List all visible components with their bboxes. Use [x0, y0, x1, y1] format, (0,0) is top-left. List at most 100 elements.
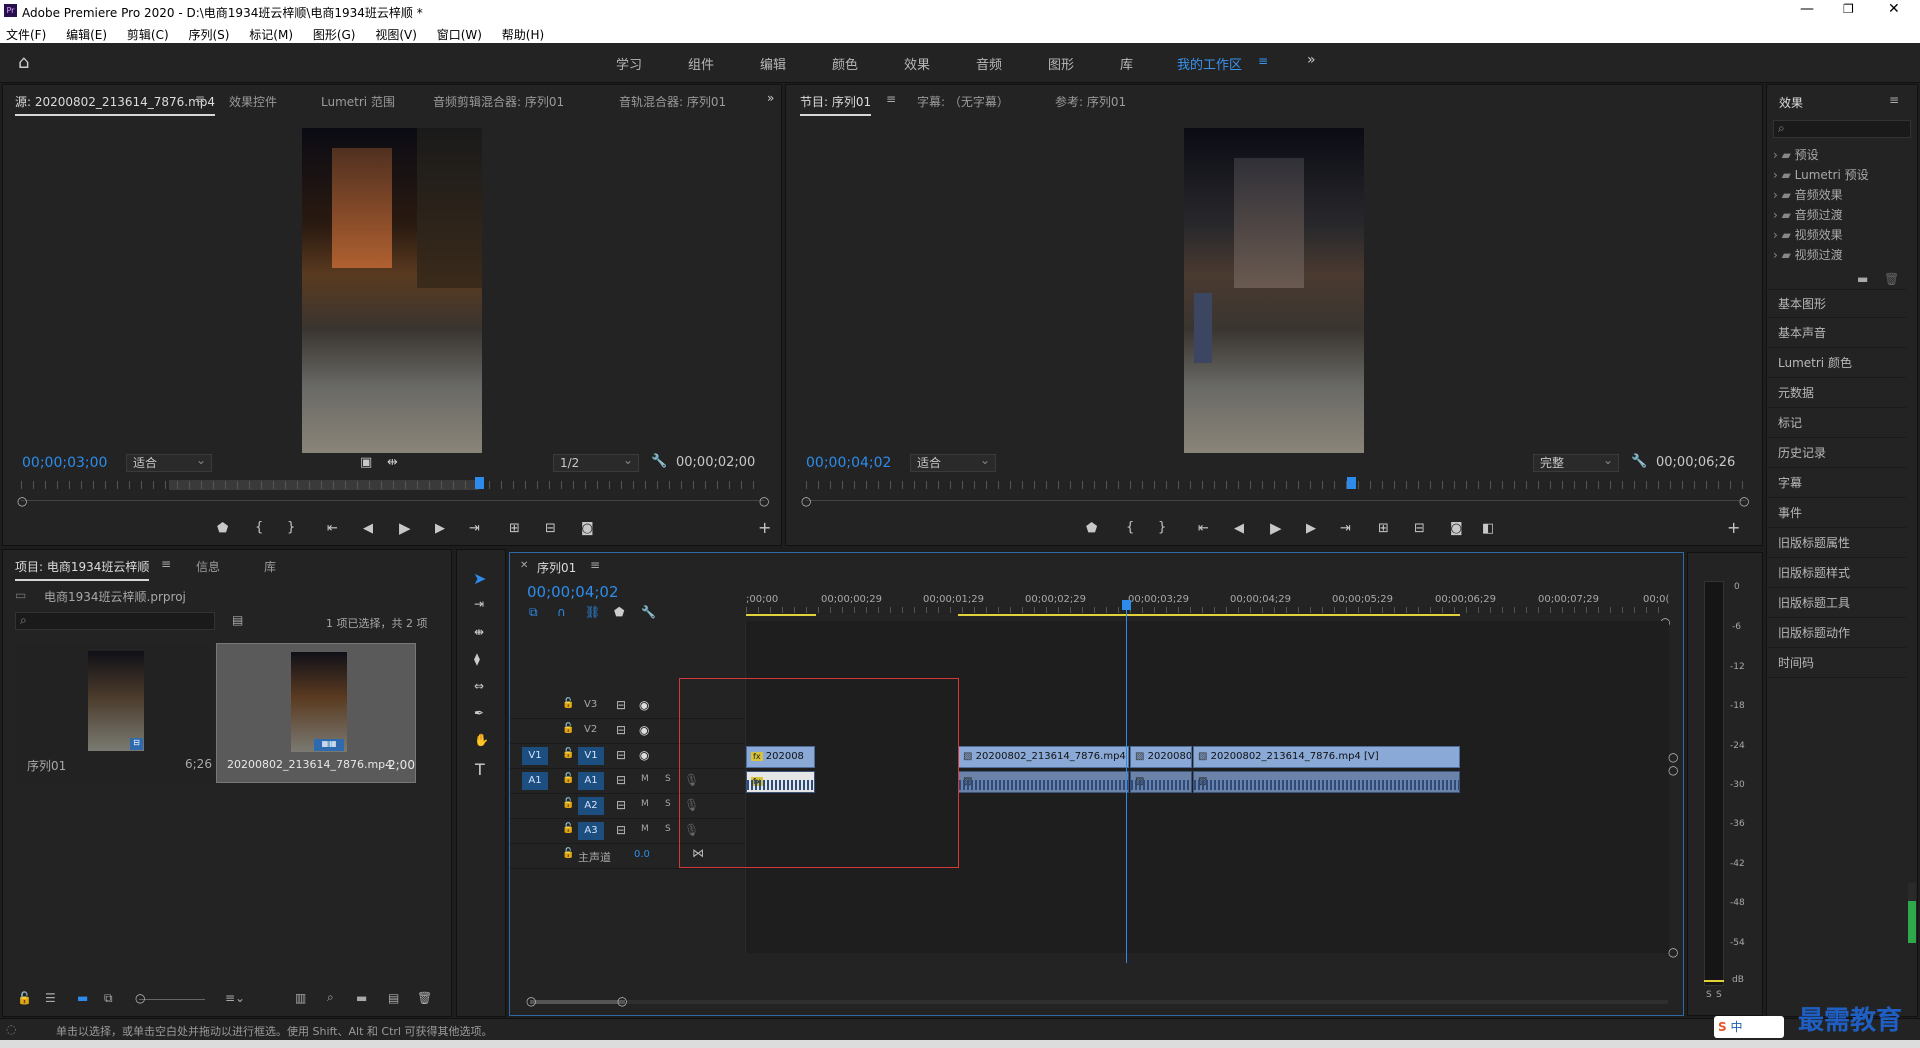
tab-source[interactable]: 源: 20200802_213614_7876.mp4: [15, 93, 216, 116]
minimize-button[interactable]: —: [1800, 1, 1814, 17]
tab-reference[interactable]: 参考: 序列01: [1055, 93, 1126, 110]
sort-icon[interactable]: ≡⌄: [225, 991, 245, 1005]
track-label[interactable]: V1: [578, 747, 604, 765]
play-icon[interactable]: ▶: [1270, 521, 1282, 536]
track-select-tool-icon[interactable]: ⇥: [474, 597, 484, 611]
mute-button[interactable]: M: [641, 799, 649, 809]
clear-icon[interactable]: 🗑: [417, 991, 432, 1005]
tab-project[interactable]: 项目: 电商1934班云梓顺: [15, 558, 150, 581]
tree-item-audio-transitions[interactable]: › ▰ 音频过渡: [1773, 206, 1843, 223]
add-marker-icon[interactable]: ⬟: [614, 605, 624, 619]
tree-item-presets[interactable]: › ▰ 预设: [1773, 146, 1819, 163]
menu-file[interactable]: 文件(F): [6, 26, 46, 43]
lock-track-icon[interactable]: 🔓: [562, 823, 574, 834]
export-frame-icon[interactable]: ◙: [1450, 522, 1463, 536]
sync-lock-icon[interactable]: ⊟: [616, 798, 626, 812]
tab-effect-controls[interactable]: 效果控件: [229, 93, 277, 110]
sync-lock-icon[interactable]: ⊟: [616, 773, 626, 787]
new-bin-from-search-icon[interactable]: ▤: [232, 613, 243, 627]
close-button[interactable]: ✕: [1888, 1, 1900, 17]
menu-window[interactable]: 窗口(W): [437, 26, 482, 43]
overflow-icon[interactable]: »: [1307, 52, 1316, 68]
solo-button[interactable]: S: [665, 799, 671, 809]
effects-search-input[interactable]: ⌕: [1773, 120, 1911, 138]
timeline-clip-a1[interactable]: ▧: [1193, 771, 1460, 793]
panel-timecode[interactable]: 时间码: [1766, 649, 1906, 678]
tab-sequence[interactable]: 序列01: [537, 559, 576, 576]
panel-legacy-title-actions[interactable]: 旧版标题动作: [1766, 619, 1906, 648]
project-search-input[interactable]: ⌕: [15, 612, 215, 630]
more-panels-icon[interactable]: »: [767, 91, 774, 105]
step-forward-icon[interactable]: ▶: [1306, 522, 1316, 536]
source-patch-a1[interactable]: A1: [522, 772, 548, 790]
sync-lock-icon[interactable]: ⊟: [616, 823, 626, 837]
lock-track-icon[interactable]: 🔓: [562, 723, 574, 734]
tab-lumetri-scopes[interactable]: Lumetri 范围: [321, 93, 395, 110]
go-to-out-icon[interactable]: ⇥: [469, 522, 480, 536]
timeline-clip-a1[interactable]: ▧: [1130, 771, 1192, 793]
find-icon[interactable]: ⌕: [327, 990, 334, 1005]
workspace-editing[interactable]: 编辑: [760, 54, 786, 73]
track-label[interactable]: A1: [578, 772, 604, 790]
add-marker-icon[interactable]: ⬟: [217, 522, 228, 536]
solo-right-button[interactable]: S: [1716, 990, 1722, 1000]
panel-lumetri-color[interactable]: Lumetri 颜色: [1766, 349, 1906, 378]
menu-help[interactable]: 帮助(H): [502, 26, 544, 43]
master-volume[interactable]: 0.0: [634, 849, 650, 860]
type-tool-icon[interactable]: T: [475, 760, 485, 779]
overwrite-icon[interactable]: ⊟: [545, 522, 556, 536]
workspace-mine[interactable]: 我的工作区: [1177, 54, 1242, 73]
source-patch-v1[interactable]: V1: [522, 747, 548, 765]
program-timebar[interactable]: [806, 477, 1746, 490]
project-item-sequence[interactable]: ⊟ 序列01 6;26: [15, 643, 212, 783]
eye-icon[interactable]: ◉: [639, 698, 649, 712]
extract-icon[interactable]: ⊟: [1414, 522, 1425, 536]
workspace-learn[interactable]: 学习: [616, 54, 642, 73]
snap-icon[interactable]: ∩: [557, 605, 566, 619]
thumbnail-size-slider[interactable]: [139, 999, 205, 1000]
panel-captions[interactable]: 字幕: [1766, 469, 1906, 498]
play-icon[interactable]: ▶: [399, 521, 411, 536]
source-playhead[interactable]: [475, 477, 484, 489]
source-zoom-bar[interactable]: [21, 500, 765, 501]
v-scroll-handle[interactable]: ○: [1668, 945, 1678, 959]
menu-edit[interactable]: 编辑(E): [66, 26, 107, 43]
go-to-in-icon[interactable]: ⇤: [1198, 522, 1209, 536]
h-scroll-start[interactable]: ○: [526, 994, 536, 1008]
tab-menu-icon[interactable]: ≡: [161, 557, 171, 571]
lock-track-icon[interactable]: 🔓: [562, 798, 574, 809]
slip-tool-icon[interactable]: ⇔: [474, 679, 484, 693]
project-item-clip[interactable]: ▦▦ 20200802_213614_7876.mp4 2;00: [216, 643, 416, 783]
effects-menu-icon[interactable]: ≡: [1889, 93, 1899, 107]
track-label[interactable]: V3: [584, 699, 597, 710]
lock-track-icon[interactable]: 🔓: [562, 848, 574, 859]
step-back-icon[interactable]: ◀: [363, 522, 373, 536]
timeline-ruler[interactable]: [746, 607, 1666, 613]
zoom-end-handle[interactable]: ○: [759, 494, 769, 508]
tab-audio-track-mixer[interactable]: 音轨混合器: 序列01: [619, 93, 726, 110]
new-item-icon[interactable]: ▤: [388, 991, 399, 1005]
timeline-clip-v1[interactable]: ▧ 20200802_213614_7876.mp4 [V]: [958, 746, 1129, 768]
menu-marker[interactable]: 标记(M): [249, 26, 293, 43]
program-zoom-bar[interactable]: [806, 500, 1746, 501]
zoom-start-handle[interactable]: ○: [801, 494, 811, 508]
tab-program[interactable]: 节目: 序列01: [800, 93, 872, 116]
lock-track-icon[interactable]: 🔓: [562, 698, 574, 709]
panel-legacy-title-tools[interactable]: 旧版标题工具: [1766, 589, 1906, 618]
solo-button[interactable]: S: [665, 824, 671, 834]
panel-legacy-title-properties[interactable]: 旧版标题属性: [1766, 529, 1906, 558]
sync-lock-icon[interactable]: ⊟: [616, 748, 626, 762]
ime-indicator[interactable]: S 中: [1714, 1016, 1784, 1038]
slider-handle[interactable]: ○: [135, 991, 145, 1005]
source-fit-select[interactable]: 适合: [126, 452, 212, 472]
zoom-start-handle[interactable]: ○: [17, 494, 27, 508]
sync-lock-icon[interactable]: ⊟: [616, 698, 626, 712]
program-playhead[interactable]: [1347, 477, 1356, 489]
panel-history[interactable]: 历史记录: [1766, 439, 1906, 468]
workspace-libraries[interactable]: 库: [1120, 54, 1133, 73]
home-icon[interactable]: ⌂: [18, 52, 29, 73]
automate-to-sequence-icon[interactable]: ▥: [295, 991, 306, 1005]
mark-in-icon[interactable]: {: [1126, 521, 1134, 535]
mute-button[interactable]: M: [641, 774, 649, 784]
settings-wrench-icon[interactable]: 🔧: [651, 455, 667, 469]
